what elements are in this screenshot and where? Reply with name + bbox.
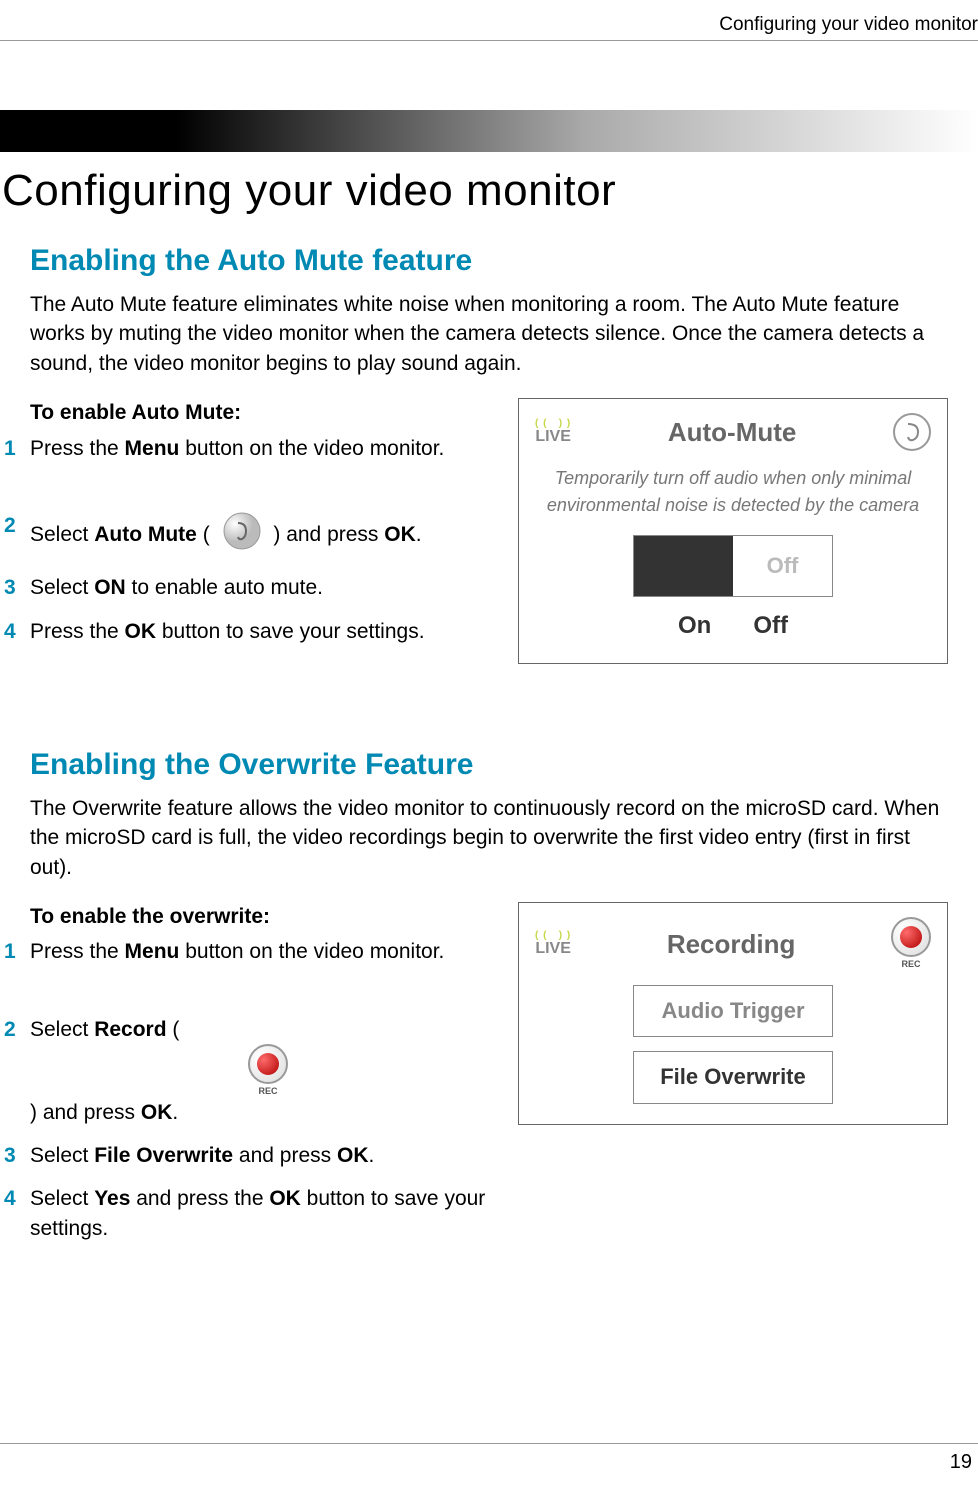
t: Select xyxy=(30,1187,94,1210)
figure-desc: Temporarily turn off audio when only min… xyxy=(535,465,931,519)
t: Menu xyxy=(125,940,180,963)
ear-icon xyxy=(893,413,931,451)
step-2: 2 Select Auto Mute ( ) and press OK. xyxy=(30,511,506,559)
step-4: 4 Select Yes and press the OK button to … xyxy=(30,1184,506,1243)
step-3: 3 Select ON to enable auto mute. xyxy=(30,573,506,602)
footer-rule xyxy=(0,1443,978,1444)
t: OK xyxy=(141,1101,173,1124)
t: ON xyxy=(94,576,126,599)
auto-mute-subheading: To enable Auto Mute: xyxy=(30,398,506,427)
t: OK xyxy=(125,620,157,643)
t: to enable auto mute. xyxy=(126,576,323,599)
step-number: 3 xyxy=(4,1141,30,1170)
gradient-banner xyxy=(0,110,978,152)
t: Select xyxy=(30,576,94,599)
header-rule xyxy=(0,40,978,41)
off-label: Off xyxy=(753,609,788,643)
t: . xyxy=(369,1144,375,1167)
step-text: Press the OK button to save your setting… xyxy=(30,617,506,646)
t: Press the xyxy=(30,620,125,643)
t: button to save your settings. xyxy=(156,620,425,643)
section-overwrite-desc: The Overwrite feature allows the video m… xyxy=(30,794,948,882)
step-text: Press the Menu button on the video monit… xyxy=(30,937,506,966)
rec-sub: REC xyxy=(901,958,920,971)
step-number: 2 xyxy=(4,511,30,540)
live-label: LIVE xyxy=(535,941,571,957)
t: ( xyxy=(167,1018,180,1041)
figure-recording: ( ( ) ) LIVE Recording REC Audio Trigger… xyxy=(518,902,948,1125)
figure-auto-mute: ( ( ) ) LIVE Auto-Mute Temporarily turn … xyxy=(518,398,948,664)
running-header: Configuring your video monitor xyxy=(719,12,978,39)
step-1: 1 Press the Menu button on the video mon… xyxy=(30,434,506,463)
t: and press the xyxy=(130,1187,269,1210)
step-number: 4 xyxy=(4,1184,30,1213)
t: Yes xyxy=(94,1187,130,1210)
t: File Overwrite xyxy=(94,1144,233,1167)
t: button on the video monitor. xyxy=(179,437,444,460)
menu-option-audio-trigger: Audio Trigger xyxy=(633,985,833,1038)
t: ) and press xyxy=(273,523,384,546)
page-number: 19 xyxy=(950,1448,972,1476)
step-number: 4 xyxy=(4,617,30,646)
figure-title: Recording xyxy=(571,926,891,962)
record-icon: REC xyxy=(891,917,931,971)
step-text: Press the Menu button on the video monit… xyxy=(30,434,506,463)
section-auto-mute-title: Enabling the Auto Mute feature xyxy=(30,240,948,282)
menu-option-file-overwrite: File Overwrite xyxy=(633,1051,833,1104)
section-overwrite-title: Enabling the Overwrite Feature xyxy=(30,744,948,786)
t: button on the video monitor. xyxy=(179,940,444,963)
t: Select xyxy=(30,1144,94,1167)
t: Press the xyxy=(30,940,125,963)
live-label: LIVE xyxy=(535,429,571,445)
step-text: Select ON to enable auto mute. xyxy=(30,573,506,602)
step-number: 1 xyxy=(4,937,30,966)
step-number: 3 xyxy=(4,573,30,602)
step-text: Select Record ( REC ) and press OK. xyxy=(30,1015,506,1127)
section-auto-mute-desc: The Auto Mute feature eliminates white n… xyxy=(30,290,948,378)
figure-title: Auto-Mute xyxy=(571,414,893,450)
t: . xyxy=(172,1101,178,1124)
toggle-box: Off xyxy=(633,535,833,597)
step-number: 2 xyxy=(4,1015,30,1044)
toggle-on-dark xyxy=(634,536,733,596)
step-2: 2 Select Record ( REC ) and press OK. xyxy=(30,1015,506,1127)
t: and press xyxy=(233,1144,337,1167)
record-icon: REC xyxy=(36,1044,500,1098)
on-label: On xyxy=(678,609,711,643)
step-1: 1 Press the Menu button on the video mon… xyxy=(30,937,506,966)
t: . xyxy=(416,523,422,546)
step-3: 3 Select File Overwrite and press OK. xyxy=(30,1141,506,1170)
step-4: 4 Press the OK button to save your setti… xyxy=(30,617,506,646)
t: Record xyxy=(94,1018,166,1041)
t: Press the xyxy=(30,437,125,460)
rec-sub: REC xyxy=(258,1085,277,1098)
t: OK xyxy=(269,1187,301,1210)
t: OK xyxy=(384,523,416,546)
live-badge: ( ( ) ) LIVE xyxy=(535,419,571,445)
step-text: Select Yes and press the OK button to sa… xyxy=(30,1184,506,1243)
t: Menu xyxy=(125,437,180,460)
t: OK xyxy=(337,1144,369,1167)
page-title: Configuring your video monitor xyxy=(2,160,616,222)
ear-icon xyxy=(222,511,262,559)
t: ( xyxy=(197,523,216,546)
t: ) and press xyxy=(30,1101,141,1124)
t: Select xyxy=(30,523,94,546)
t: Auto Mute xyxy=(94,523,197,546)
step-text: Select Auto Mute ( ) and press OK. xyxy=(30,511,506,559)
t: Select xyxy=(30,1018,94,1041)
step-text: Select File Overwrite and press OK. xyxy=(30,1141,506,1170)
overwrite-subheading: To enable the overwrite: xyxy=(30,902,506,931)
live-badge: ( ( ) ) LIVE xyxy=(535,931,571,957)
step-number: 1 xyxy=(4,434,30,463)
toggle-off-light: Off xyxy=(733,536,832,596)
